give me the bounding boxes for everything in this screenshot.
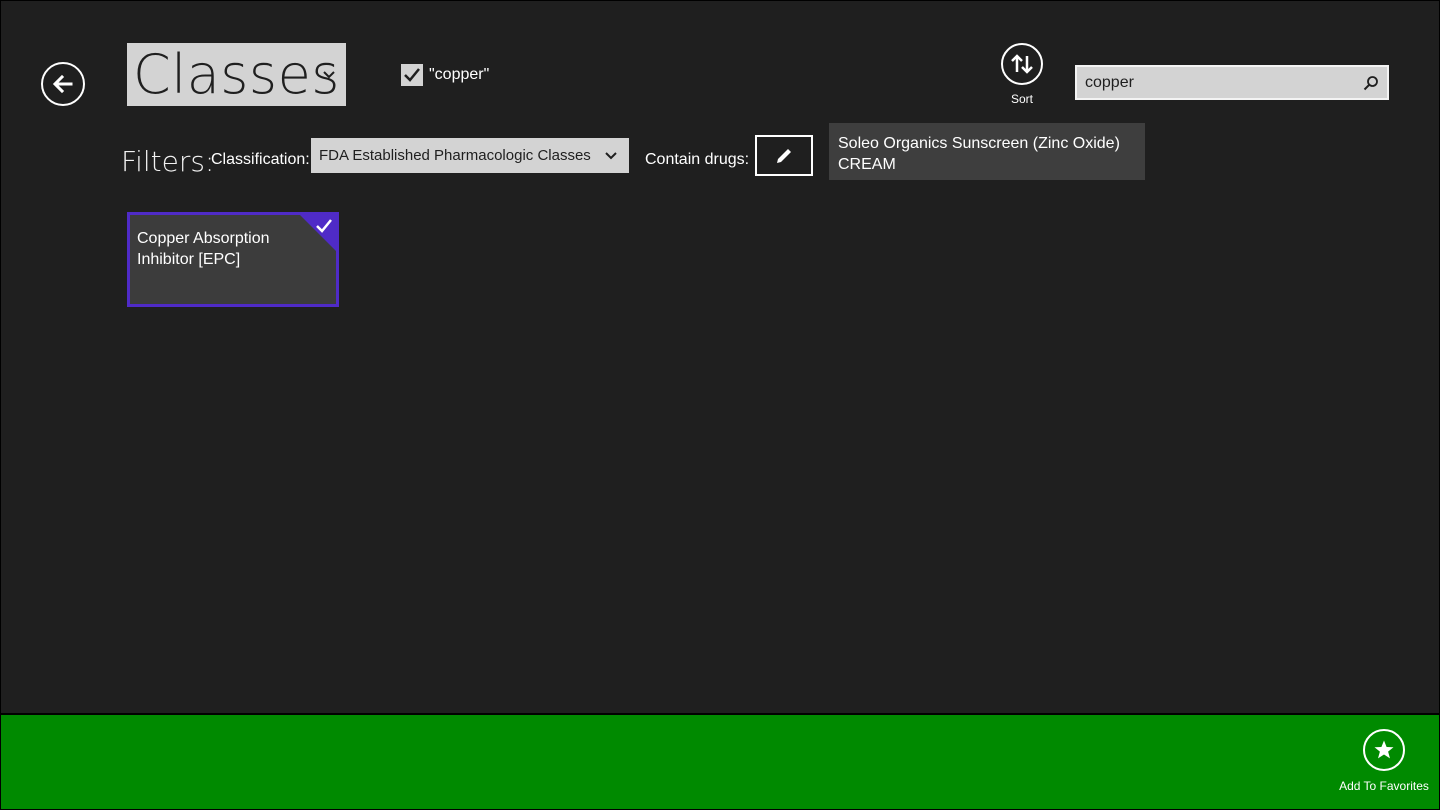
back-arrow-icon	[52, 74, 73, 94]
favorites-label: Add To Favorites	[1339, 779, 1429, 793]
sort-circle[interactable]	[1001, 43, 1043, 85]
drug-name: Soleo Organics Sunscreen (Zinc Oxide)	[838, 135, 1120, 152]
classification-label: Classification:	[211, 151, 310, 168]
chevron-down-icon	[323, 71, 335, 79]
sort-label: Sort	[1010, 92, 1033, 106]
edit-drugs-button[interactable]	[755, 135, 813, 176]
sort-arrows-icon	[1011, 54, 1033, 74]
checkmark-icon	[316, 219, 332, 233]
checkbox-box[interactable]	[401, 64, 423, 86]
sort-button[interactable]: Sort	[999, 43, 1045, 106]
classification-value: FDA Established Pharmacologic Classes	[319, 147, 591, 164]
classification-dropdown[interactable]: FDA Established Pharmacologic Classes	[311, 138, 629, 173]
back-button[interactable]	[41, 62, 85, 106]
class-tile[interactable]: Copper Absorption Inhibitor [EPC]	[127, 212, 339, 307]
add-to-favorites-button[interactable]: Add To Favorites	[1334, 729, 1434, 793]
chevron-down-icon	[605, 152, 617, 160]
star-icon	[1374, 740, 1394, 759]
page-title: Classes	[133, 42, 340, 106]
search-button[interactable]	[1355, 67, 1387, 98]
search-term-label: "copper"	[429, 66, 490, 83]
search-box	[1075, 65, 1389, 100]
page-title-dropdown[interactable]: Classes	[127, 43, 346, 106]
app-canvas: Classes "copper" Sort Filt	[1, 1, 1439, 713]
class-tile-line2: Inhibitor [EPC]	[137, 251, 241, 268]
search-icon	[1363, 75, 1378, 90]
search-input[interactable]	[1077, 66, 1355, 99]
filters-label: Filters:	[121, 145, 215, 178]
drug-form: CREAM	[838, 156, 896, 173]
favorites-circle[interactable]	[1363, 729, 1405, 771]
app-bar: Add To Favorites	[1, 715, 1439, 809]
checkmark-icon	[404, 68, 420, 82]
contain-drugs-label: Contain drugs:	[645, 151, 750, 168]
pencil-icon	[777, 148, 791, 163]
search-term-checkbox[interactable]: "copper"	[401, 64, 489, 86]
drug-filter-chip[interactable]: Soleo Organics Sunscreen (Zinc Oxide) CR…	[829, 123, 1145, 180]
